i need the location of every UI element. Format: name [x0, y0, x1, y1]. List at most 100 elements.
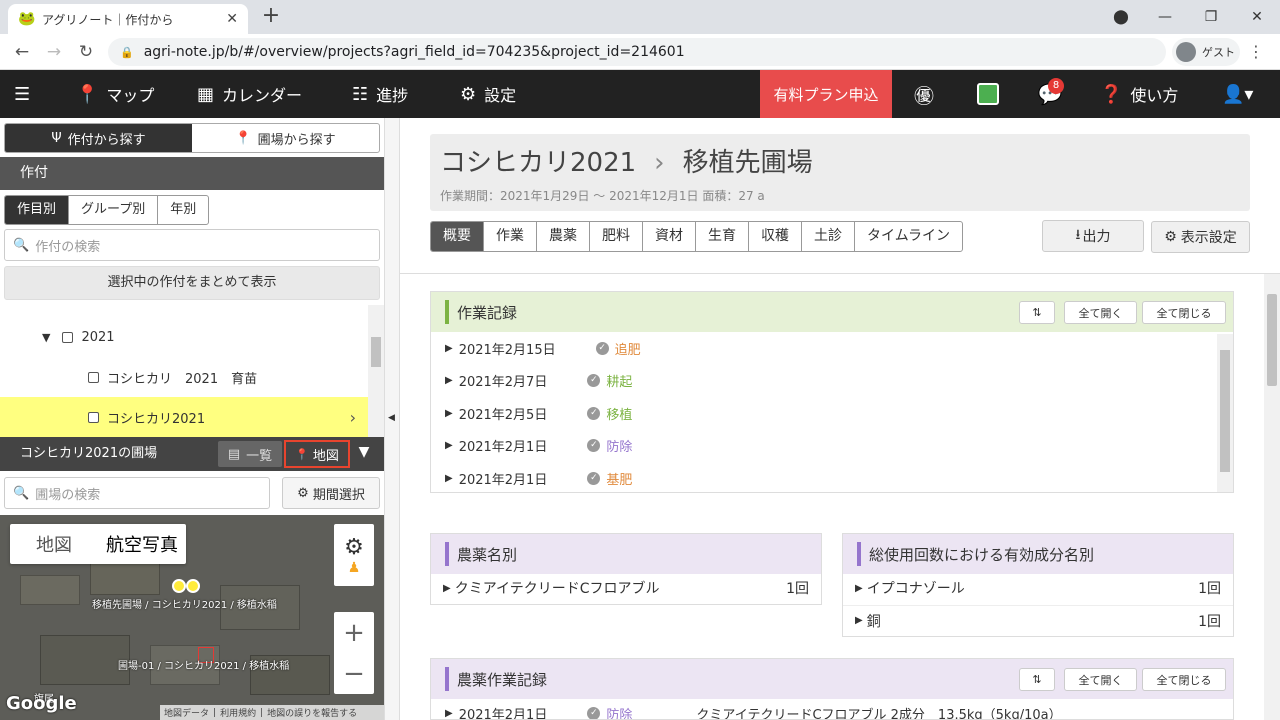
browser-tab[interactable]: 🐸 アグリノート｜作付から ✕ [8, 4, 248, 34]
url-field[interactable]: 🔒 agri-note.jp/b/#/overview/projects?agr… [108, 38, 1166, 66]
report-error-link[interactable]: 地図の誤りを報告する [267, 706, 357, 719]
period-select-button[interactable]: ⚙ 期間選択 [282, 477, 380, 509]
notification-icon[interactable]: 💬 [1030, 70, 1070, 118]
collapse-all-button[interactable]: 全て閉じる [1142, 668, 1226, 691]
list-item[interactable]: ▶ 銅 1回 [843, 605, 1233, 635]
collapse-triangle-icon[interactable]: ▼ [42, 331, 50, 344]
row-date: 2021年2月7日 [458, 375, 548, 390]
gear-icon: ⚙ [460, 83, 477, 105]
tree-scrollbar[interactable] [368, 305, 384, 437]
display-settings-button[interactable]: ⚙ 表示設定 [1151, 221, 1250, 253]
list-item[interactable]: ▶ イプコナゾール 1回 [843, 573, 1233, 603]
terms-link[interactable]: 利用規約 [220, 706, 256, 719]
browser-menu-icon[interactable]: ⋮ [1244, 38, 1268, 66]
tab-work[interactable]: 作業 [484, 222, 537, 251]
reload-icon[interactable]: ↻ [74, 41, 98, 63]
minimize-button[interactable]: — [1142, 2, 1188, 32]
tab-timeline[interactable]: タイムライン [855, 222, 962, 251]
sort-button[interactable]: ⇅ [1019, 301, 1055, 324]
sort-button[interactable]: ⇅ [1019, 668, 1055, 691]
pegman-icon[interactable]: ♟ [348, 560, 361, 576]
map-data-link[interactable]: 地図データ [164, 706, 209, 719]
map-type-aerial[interactable]: 航空写真 [98, 524, 186, 564]
nav-progress-label: 進捗 [376, 86, 409, 105]
tab-fertilizer[interactable]: 肥料 [590, 222, 643, 251]
chevron-down-icon[interactable]: ▼ [354, 444, 374, 464]
maximize-button[interactable]: ❐ [1188, 2, 1234, 32]
panel-title: 農薬作業記録 [457, 670, 548, 689]
rice-icon[interactable]: ㊝ [904, 70, 944, 118]
list-view-button[interactable]: ▤ 一覧 [218, 441, 282, 467]
map-settings-button[interactable]: ⚙ ♟ [334, 524, 374, 586]
tab-by-crop-type[interactable]: 作目別 [5, 196, 70, 224]
forward-icon[interactable]: → [42, 41, 66, 63]
map-type-map[interactable]: 地図 [10, 524, 98, 564]
nav-progress[interactable]: ☷ 進捗 [352, 70, 408, 118]
search-icon: 🔍 [13, 237, 30, 253]
item-checkbox[interactable] [88, 411, 99, 423]
nav-settings[interactable]: ⚙ 設定 [460, 70, 516, 118]
triangle-right-icon: ▶ [445, 472, 453, 484]
table-row[interactable]: ▶ 2021年2月5日 ✓ 移植 [445, 397, 632, 429]
year-checkbox[interactable] [62, 331, 74, 343]
nav-map-label: マップ [106, 86, 155, 105]
tab-materials[interactable]: 資材 [643, 222, 696, 251]
list-item[interactable]: ▶ クミアイテクリードCフロアブル 1回 [431, 573, 821, 603]
new-tab-button[interactable]: + [258, 4, 284, 30]
zoom-in-icon[interactable]: + [343, 618, 365, 648]
crop-tree: ▼ 2021 コシヒカリ 2021 育苗 コシヒカリ2021 › [0, 305, 368, 437]
tree-item-selected[interactable]: コシヒカリ2021 › [0, 397, 368, 437]
menu-toggle-icon[interactable]: ☰ [14, 70, 38, 118]
crop-search-input[interactable]: 🔍 作付の検索 [4, 229, 380, 261]
tab-by-year[interactable]: 年別 [158, 196, 208, 224]
table-row[interactable]: ▶ 2021年2月7日 ✓ 耕起 [445, 365, 632, 397]
table-row[interactable]: ▶ 2021年2月1日 ✓ 防除 [445, 430, 632, 462]
chevron-right-icon: › [349, 407, 356, 427]
profile-button[interactable]: ゲスト [1172, 38, 1240, 66]
panel-collapse-handle[interactable]: ◀ [384, 118, 400, 720]
nav-map[interactable]: 📍 マップ [76, 70, 154, 118]
pesticide-by-name-panel: 農薬名別 ▶ クミアイテクリードCフロアブル 1回 [430, 533, 822, 605]
map-view-button[interactable]: 📍 地図 [284, 440, 350, 468]
show-selected-button[interactable]: 選択中の作付をまとめて表示 [4, 266, 380, 300]
expand-all-button[interactable]: 全て開く [1064, 668, 1137, 691]
frog-favicon-icon: 🐸 [18, 11, 36, 27]
tree-year-row[interactable]: ▼ 2021 [0, 317, 368, 357]
tab-growth[interactable]: 生育 [696, 222, 749, 251]
row-task: 移植 [606, 407, 633, 423]
user-menu-icon[interactable]: 👤▾ [1222, 70, 1261, 118]
profile-dropdown-icon[interactable]: ⬤ [1098, 2, 1144, 32]
tab-harvest[interactable]: 収穫 [749, 222, 802, 251]
page-scrollbar[interactable] [1264, 274, 1280, 720]
row-date: 2021年2月1日 [458, 707, 548, 720]
tab-pesticide[interactable]: 農薬 [537, 222, 590, 251]
table-row[interactable]: ▶ 2021年2月1日 ✓ 防除 クミアイテクリードCフロアブル 2成分 13.5kg（… [445, 697, 1062, 720]
table-row[interactable]: ▶ 2021年2月1日 ✓ 基肥 [445, 462, 632, 494]
field-search-input[interactable]: 🔍 圃場の検索 [4, 477, 270, 509]
work-scrollbar[interactable] [1217, 334, 1233, 492]
period-select-label: 期間選択 [312, 487, 365, 503]
nav-calendar[interactable]: ▦ カレンダー [197, 70, 302, 118]
tree-item[interactable]: コシヒカリ 2021 育苗 [0, 357, 368, 397]
close-tab-icon[interactable]: ✕ [226, 11, 238, 27]
tab-search-by-crop[interactable]: Ψ 作付から探す [5, 124, 192, 152]
tab-by-group[interactable]: グループ別 [69, 196, 159, 224]
tab-overview[interactable]: 概要 [431, 222, 484, 251]
close-window-button[interactable]: ✕ [1234, 2, 1280, 32]
google-logo: Google [6, 693, 77, 714]
crop-name[interactable]: コシヒカリ2021 [440, 148, 636, 178]
collapse-all-button[interactable]: 全て閉じる [1142, 301, 1226, 324]
tab-soil[interactable]: 土診 [802, 222, 855, 251]
zoom-out-icon[interactable]: − [343, 659, 365, 689]
item-checkbox[interactable] [88, 371, 99, 383]
paid-plan-button[interactable]: 有料プラン申込 [760, 70, 892, 118]
progress-list-icon: ☷ [352, 83, 369, 105]
export-button[interactable]: ⭳ 出力 [1042, 220, 1144, 252]
nav-help[interactable]: ❓ 使い方 [1100, 70, 1178, 118]
notebook-icon[interactable] [968, 70, 1008, 118]
tab-search-by-field[interactable]: 📍 圃場から探す [192, 124, 379, 152]
table-row[interactable]: ▶ 2021年2月15日 ✓ 追肥 [445, 332, 641, 364]
expand-all-button[interactable]: 全て開く [1064, 301, 1137, 324]
back-icon[interactable]: ← [10, 41, 34, 63]
crop-grouping-tabs: 作目別 グループ別 年別 [4, 195, 210, 225]
